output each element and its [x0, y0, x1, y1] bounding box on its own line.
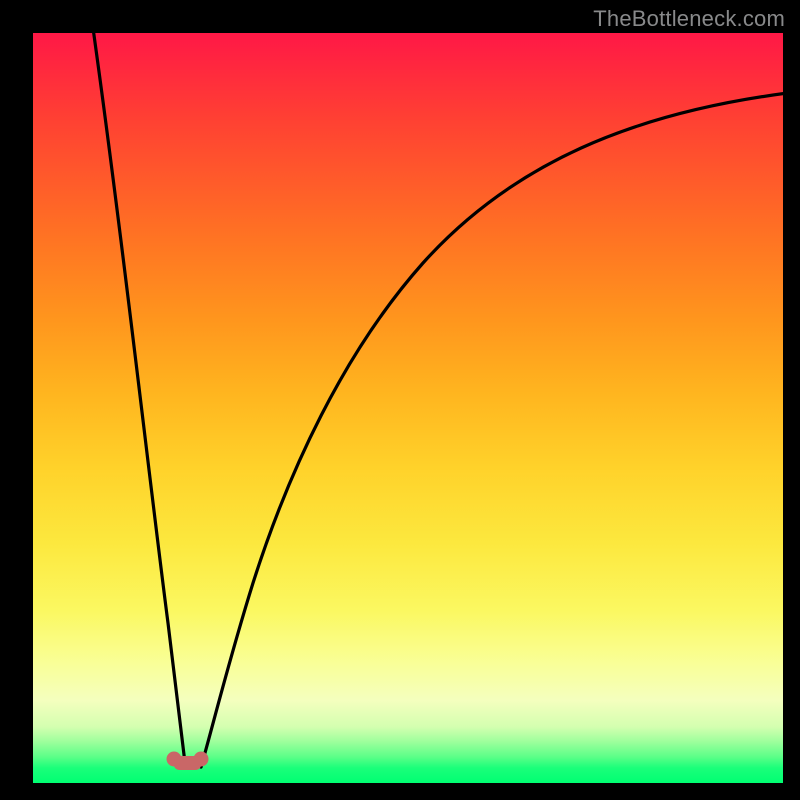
- curve-right-branch: [201, 93, 783, 767]
- watermark-text: TheBottleneck.com: [593, 6, 785, 32]
- chart-frame: TheBottleneck.com: [0, 0, 800, 800]
- plot-area: [33, 33, 783, 783]
- bottleneck-curve: [33, 33, 783, 783]
- curve-left-branch: [93, 33, 185, 763]
